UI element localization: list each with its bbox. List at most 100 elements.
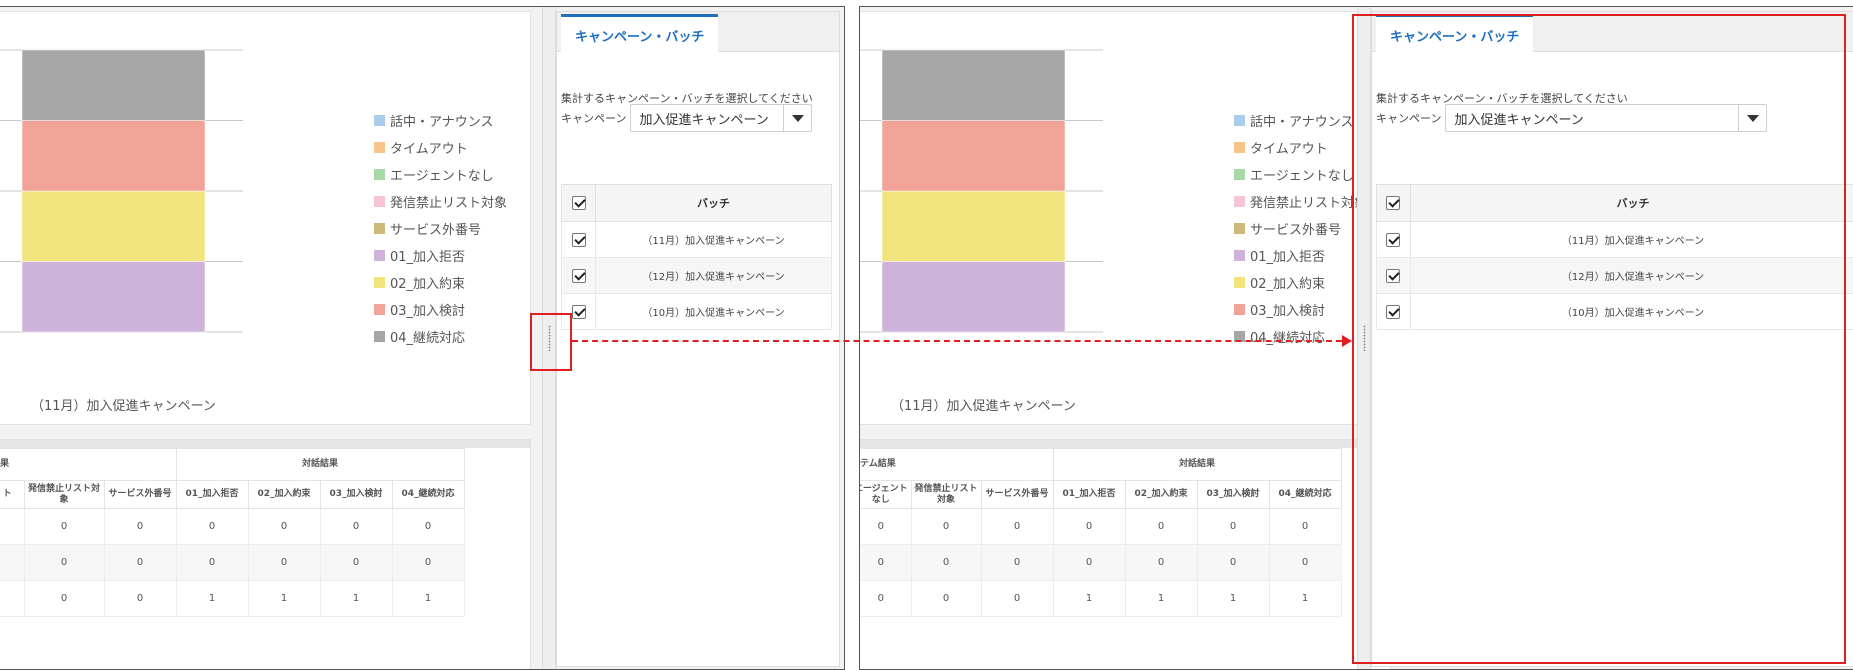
legend-swatch xyxy=(1234,250,1245,261)
legend-label: 話中・アナウンス xyxy=(1250,115,1354,130)
legend-label: エージェントなし xyxy=(390,169,494,184)
dropdown-button[interactable] xyxy=(783,105,811,131)
bar-segment[interactable] xyxy=(881,190,1066,262)
batch-checkbox[interactable] xyxy=(571,232,586,247)
column-header[interactable]: サービス外番号 xyxy=(981,480,1054,509)
group-header-system: 結果 xyxy=(0,448,177,481)
table-cell: 0 xyxy=(860,544,912,581)
campaign-field: キャンペーン 加入促進キャンペーン xyxy=(561,104,813,132)
column-header[interactable]: 01_加入拒否 xyxy=(1053,480,1126,509)
legend-item[interactable]: 03_加入検討 xyxy=(1234,296,1367,323)
table-header-strip xyxy=(0,440,530,448)
tab-campaign-batch[interactable]: キャンペーン・バッチ xyxy=(561,14,719,53)
legend-item[interactable]: 01_加入拒否 xyxy=(1234,242,1367,269)
table-cell: 1 xyxy=(392,580,465,617)
group-header-talk: 対話結果 xyxy=(176,448,465,481)
legend-swatch xyxy=(1234,169,1245,180)
bar-segment[interactable] xyxy=(881,120,1066,192)
legend-item[interactable]: 発信禁止リスト対象 xyxy=(1234,188,1367,215)
column-header[interactable]: 02_加入約束 xyxy=(248,480,321,509)
legend-item[interactable]: タイムアウト xyxy=(374,134,507,161)
column-header[interactable]: ト xyxy=(0,480,25,509)
table-cell: 0 xyxy=(320,544,393,581)
column-header[interactable]: 03_加入検討 xyxy=(320,480,393,509)
column-header[interactable]: サービス外番号 xyxy=(104,480,177,509)
legend-swatch xyxy=(1234,196,1245,207)
campaign-batch-panel: キャンペーン・バッチ 集計するキャンペーン・バッチを選択してください キャンペー… xyxy=(556,11,840,667)
table-cell: 0 xyxy=(176,508,249,545)
legend-item[interactable]: 04_継続対応 xyxy=(374,323,507,350)
batch-checkbox-cell xyxy=(561,221,596,258)
chart-card: 話中・アナウンス タイムアウトエージェントなし発信禁止リスト対象サービス外番号 01… xyxy=(860,11,1391,425)
batch-name: （11月）加入促進キャンペーン xyxy=(595,221,832,258)
column-header[interactable]: 02_加入約束 xyxy=(1125,480,1198,509)
legend-item[interactable]: エージェントなし xyxy=(1234,161,1367,188)
bar-segment[interactable] xyxy=(881,49,1066,121)
batch-row[interactable]: （11月）加入促進キャンペーン xyxy=(561,221,832,258)
results-table: ステム結果対話結果エージェントなし発信禁止リスト対象サービス外番号01_加入拒否… xyxy=(860,448,1342,617)
legend-swatch xyxy=(374,250,385,261)
legend-label: 04_継続対応 xyxy=(1250,331,1326,346)
legend-item[interactable]: 02_加入約束 xyxy=(1234,269,1367,296)
legend-swatch xyxy=(1234,115,1245,126)
legend-swatch xyxy=(374,331,385,342)
legend-label: エージェントなし xyxy=(1250,169,1354,184)
bar-segment[interactable] xyxy=(881,261,1066,333)
legend-label: サービス外番号 xyxy=(390,223,482,238)
legend-item[interactable]: サービス外番号 xyxy=(374,215,507,242)
legend-item[interactable]: 発信禁止リスト対象 xyxy=(374,188,507,215)
x-category-label: （11月）加入促進キャンペーン xyxy=(31,399,216,414)
batch-row[interactable]: （10月）加入促進キャンペーン xyxy=(561,293,832,330)
legend-item[interactable]: サービス外番号 xyxy=(1234,215,1367,242)
legend-swatch xyxy=(1234,277,1245,288)
legend-item[interactable]: 03_加入検討 xyxy=(374,296,507,323)
legend-item[interactable]: 話中・アナウンス xyxy=(1234,107,1367,134)
batch-checkbox[interactable] xyxy=(571,268,586,283)
legend-swatch xyxy=(374,115,385,126)
legend-swatch xyxy=(1234,223,1245,234)
expanded-panel-highlight xyxy=(1352,14,1846,664)
column-header[interactable]: 03_加入検討 xyxy=(1197,480,1270,509)
legend-swatch xyxy=(374,223,385,234)
legend-item[interactable]: エージェントなし xyxy=(374,161,507,188)
batch-row[interactable]: （12月）加入促進キャンペーン xyxy=(561,257,832,294)
legend-item[interactable]: タイムアウト xyxy=(1234,134,1367,161)
column-header[interactable]: 発信禁止リスト対象 xyxy=(911,480,982,509)
column-header[interactable]: 発信禁止リスト対象 xyxy=(24,480,105,509)
table-row: 0001111 xyxy=(860,580,1342,617)
bar-segment[interactable] xyxy=(21,190,206,262)
batch-table: バッチ （11月）加入促進キャンペーン （12月）加入促進キャンペーン （10月）加入… xyxy=(561,184,832,330)
splitter-highlight xyxy=(530,313,572,371)
table-cell: 0 xyxy=(248,508,321,545)
legend-item[interactable]: 話中・アナウンス xyxy=(374,107,507,134)
table-row: 000000 xyxy=(0,508,465,545)
column-header[interactable]: 04_継続対応 xyxy=(392,480,465,509)
legend-label: タイムアウト xyxy=(1250,142,1328,157)
bar-segment[interactable] xyxy=(21,261,206,333)
table-row: 0000000 xyxy=(860,508,1342,545)
legend-item[interactable]: 01_加入拒否 xyxy=(374,242,507,269)
table-cell: 0 xyxy=(248,544,321,581)
table-cell: 1 xyxy=(1269,580,1342,617)
bar-segment[interactable] xyxy=(21,49,206,121)
campaign-field-label: キャンペーン xyxy=(561,112,627,125)
campaign-select[interactable]: 加入促進キャンペーン xyxy=(630,104,813,132)
column-header[interactable]: 04_継続対応 xyxy=(1269,480,1342,509)
table-cell: 0 xyxy=(860,508,912,545)
legend-swatch xyxy=(374,304,385,315)
arrow-head-icon xyxy=(1342,335,1352,347)
legend-label: 01_加入拒否 xyxy=(390,250,466,265)
legend-label: 話中・アナウンス xyxy=(390,115,494,130)
column-header[interactable]: エージェントなし xyxy=(860,480,912,509)
legend-label: 03_加入検討 xyxy=(1250,304,1326,319)
select-all-checkbox[interactable] xyxy=(571,196,586,210)
batch-name: （12月）加入促進キャンペーン xyxy=(595,257,832,294)
legend-item[interactable]: 02_加入約束 xyxy=(374,269,507,296)
table-cell: 1 xyxy=(1125,580,1198,617)
table-cell: 0 xyxy=(911,544,982,581)
column-header[interactable]: 01_加入拒否 xyxy=(176,480,249,509)
legend-label: サービス外番号 xyxy=(1250,223,1342,238)
batch-checkbox[interactable] xyxy=(571,304,586,319)
bar-segment[interactable] xyxy=(21,120,206,192)
legend-swatch xyxy=(374,142,385,153)
